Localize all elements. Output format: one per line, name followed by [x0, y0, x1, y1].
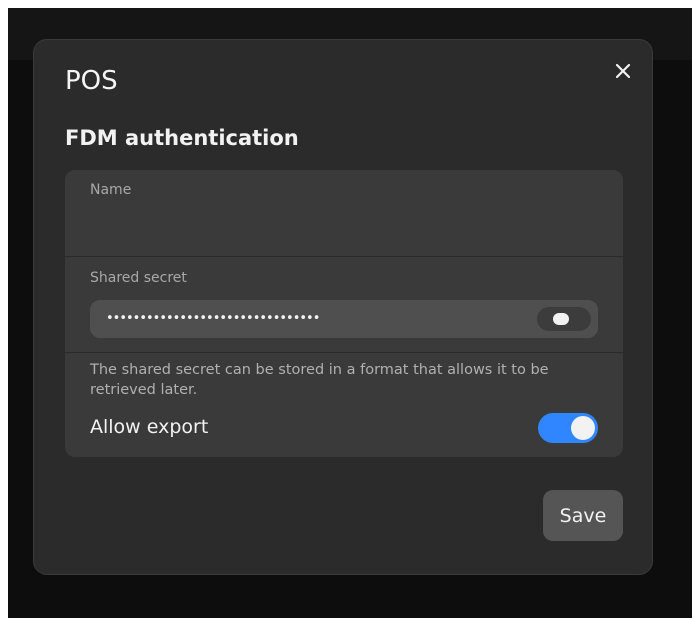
shared-secret-field-group: Shared secret ••••••••••••••••••••••••••…: [65, 257, 623, 353]
pos-dialog: POS FDM authentication Name Shared secre…: [33, 39, 653, 575]
section-title: FDM authentication: [65, 126, 299, 150]
save-button[interactable]: Save: [543, 490, 623, 541]
close-icon: [615, 63, 631, 79]
reveal-toggle-knob: [553, 313, 569, 325]
export-field-group: The shared secret can be stored in a for…: [65, 354, 623, 457]
shared-secret-label: Shared secret: [90, 270, 187, 286]
shared-secret-masked-value: ••••••••••••••••••••••••••••••••: [106, 311, 320, 326]
auth-form-card: Name Shared secret •••••••••••••••••••••…: [65, 170, 623, 457]
name-input[interactable]: [90, 208, 602, 244]
name-field-group: Name: [65, 170, 623, 257]
close-button[interactable]: [610, 58, 636, 84]
export-help-text: The shared secret can be stored in a for…: [90, 362, 549, 398]
shared-secret-input[interactable]: ••••••••••••••••••••••••••••••••: [90, 300, 598, 338]
reveal-secret-toggle[interactable]: [537, 307, 591, 331]
dialog-title: POS: [65, 66, 118, 96]
allow-export-label: Allow export: [90, 416, 209, 438]
allow-export-toggle[interactable]: [538, 413, 598, 443]
name-label: Name: [90, 182, 132, 198]
allow-export-toggle-knob: [571, 416, 595, 440]
